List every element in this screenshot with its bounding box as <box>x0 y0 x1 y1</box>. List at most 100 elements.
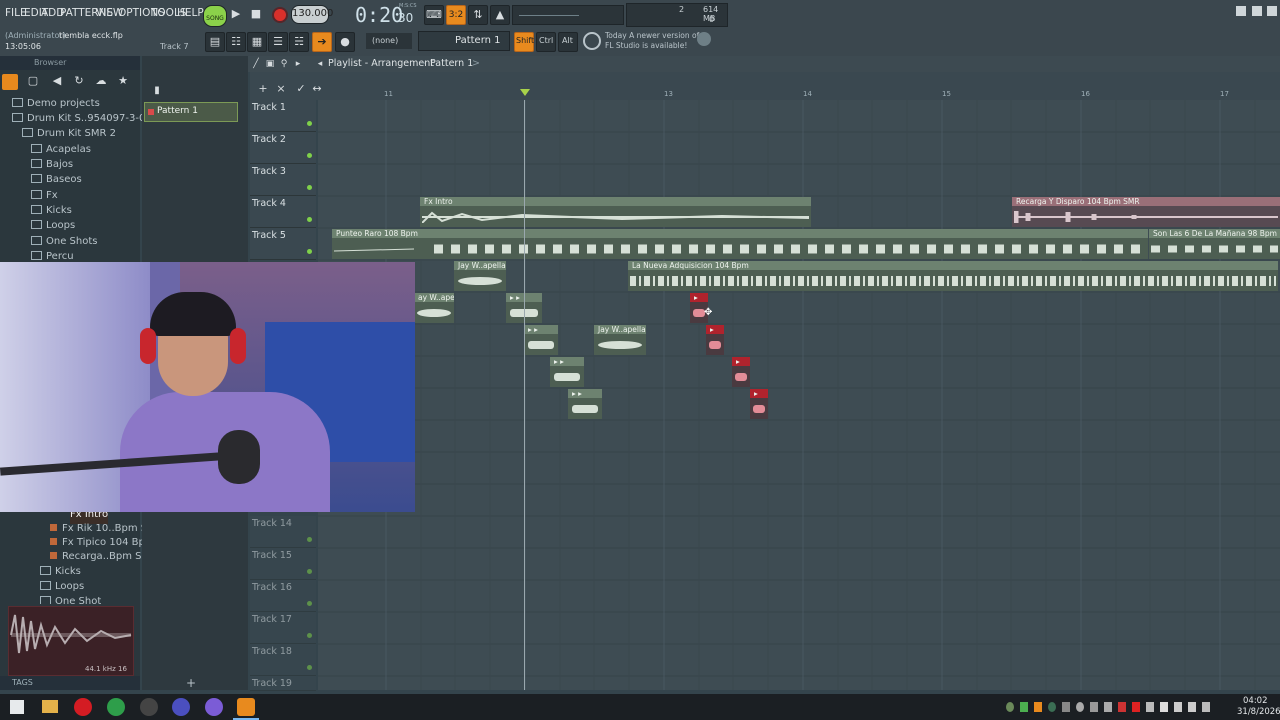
audio-clip[interactable]: Fx Intro <box>420 197 811 227</box>
playlist-grid[interactable]: Fx Intro Recarga Y Disparo 104 Bpm SMR P… <box>318 100 1280 690</box>
playback-icon[interactable]: ▸ <box>292 55 304 73</box>
track-header[interactable]: Track 15 <box>250 548 316 580</box>
piano-roll-button[interactable]: ▦ <box>247 32 267 52</box>
playlist-button[interactable]: ▤ <box>205 32 225 52</box>
track-header[interactable]: Track 16 <box>250 580 316 612</box>
track-mute-led[interactable] <box>307 185 312 190</box>
audio-clip[interactable]: Jay W..apella <box>594 325 646 355</box>
song-mode-toggle[interactable]: SONG <box>203 5 227 27</box>
slice-icon[interactable]: ╱ <box>250 55 262 73</box>
audio-clip[interactable]: La Nueva Adquisicion 104 Bpm <box>628 261 1278 291</box>
browser-item[interactable]: Bajos <box>31 159 73 174</box>
audio-clip[interactable]: ▸ ▸ <box>568 389 602 419</box>
timeline-ruler[interactable]: + × ✓ ↔ 11 13 14 15 16 17 <box>250 72 1280 100</box>
track-header[interactable]: Track 5 <box>250 228 316 260</box>
audio-clip[interactable]: ▸ ▸ <box>550 357 584 387</box>
windows-start-icon[interactable] <box>10 700 24 714</box>
tray-icon[interactable] <box>1132 702 1140 712</box>
browser-item[interactable]: Drum Kit S..954097-3-001 <box>12 113 158 128</box>
track-mute-led[interactable] <box>307 153 312 158</box>
volume-icon[interactable] <box>1188 702 1196 712</box>
track-mute-led[interactable] <box>307 217 312 222</box>
alt-modifier-button[interactable]: Alt <box>558 32 578 52</box>
tempo-display[interactable]: 130.000 <box>291 5 333 24</box>
browser-item[interactable]: Fx <box>31 190 58 205</box>
track-header[interactable]: Track 3 <box>250 164 316 196</box>
browser-item[interactable]: Acapelas <box>31 144 91 159</box>
track-mute-led[interactable] <box>307 249 312 254</box>
maximize-icon[interactable] <box>1252 6 1262 16</box>
stop-icon[interactable]: ■ <box>249 5 263 23</box>
blend-notes-button[interactable]: ⇅ <box>468 5 488 25</box>
browser-item[interactable]: One Shots <box>31 236 97 251</box>
ctrl-modifier-button[interactable]: Ctrl <box>536 32 556 52</box>
pattern-item[interactable]: Pattern 1 <box>144 102 238 122</box>
tray-icon[interactable] <box>1062 702 1070 712</box>
discord-icon[interactable] <box>205 698 223 716</box>
track-mute-led[interactable] <box>307 537 312 542</box>
browser-item[interactable]: Kicks <box>31 205 72 220</box>
record-button[interactable] <box>272 7 288 23</box>
playhead-marker[interactable] <box>520 89 530 96</box>
metronome-button[interactable]: ▲ <box>490 5 510 25</box>
track-mute-led[interactable] <box>307 665 312 670</box>
browser-item[interactable]: Baseos <box>31 174 82 189</box>
browser-item[interactable]: Drum Kit SMR 2 <box>22 128 116 143</box>
refresh-icon[interactable]: ↻ <box>72 72 86 90</box>
channel-rack-button[interactable]: ☷ <box>226 32 246 52</box>
tray-icon[interactable] <box>1076 702 1084 712</box>
close-icon[interactable] <box>1267 6 1277 16</box>
tray-icon[interactable] <box>1048 702 1056 712</box>
zoom-icon[interactable]: ⚲ <box>278 55 290 73</box>
add-pattern-icon[interactable]: + <box>186 676 196 690</box>
file-icon[interactable]: ▢ <box>26 72 40 90</box>
tray-icon[interactable] <box>1006 702 1014 712</box>
tray-icon[interactable] <box>1020 702 1028 712</box>
typing-keyboard-button[interactable]: ⌨ <box>424 5 444 25</box>
mic-button[interactable]: ● <box>335 32 355 52</box>
audio-clip[interactable]: Recarga Y Disparo 104 Bpm SMR <box>1012 197 1280 227</box>
audio-clip[interactable]: ▸ <box>750 389 768 419</box>
arrow-forward-button[interactable]: ➔ <box>312 32 332 52</box>
track-mute-led[interactable] <box>307 601 312 606</box>
track-mute-led[interactable] <box>307 121 312 126</box>
audio-clip[interactable]: Jay W..apella <box>454 261 506 291</box>
browser-button[interactable]: ☰ <box>268 32 288 52</box>
add-track-icon[interactable]: + <box>256 80 270 98</box>
play-icon[interactable]: ▶ <box>229 5 243 23</box>
browser-item[interactable]: Kicks <box>40 566 81 581</box>
tray-icon[interactable] <box>1034 702 1042 712</box>
arrows-icon[interactable]: ◂ <box>314 55 326 73</box>
track-header[interactable]: Track 14 <box>250 516 316 548</box>
pattern-selector[interactable]: Pattern 1 <box>418 31 510 51</box>
browser-item[interactable]: Loops <box>31 220 75 235</box>
menu-help[interactable]: HELP <box>177 7 204 19</box>
cloud-icon[interactable]: ☁ <box>94 72 108 90</box>
track-header[interactable]: Track 17 <box>250 612 316 644</box>
audio-clip[interactable]: ▸ ▸ <box>524 325 558 355</box>
track-header[interactable]: Track 2 <box>250 132 316 164</box>
track-header[interactable]: Track 19 <box>250 676 316 691</box>
mixer-button[interactable]: ☵ <box>289 32 309 52</box>
tray-icon[interactable] <box>1118 702 1126 712</box>
audio-clip[interactable]: ay W..apella <box>414 293 454 323</box>
chrome-icon[interactable] <box>107 698 125 716</box>
audio-clip[interactable]: Son Las 6 De La Mañana 98 Bpm <box>1149 229 1280 259</box>
opera-icon[interactable] <box>74 698 92 716</box>
track-header[interactable]: Track 1 <box>250 100 316 132</box>
shift-modifier-button[interactable]: Shift <box>514 32 534 52</box>
track-mute-led[interactable] <box>307 569 312 574</box>
news-icon[interactable] <box>583 32 601 50</box>
browser-file-item[interactable]: Fx Tipico 104 Bpm <box>50 537 155 552</box>
track-header[interactable]: Track 4 <box>250 196 316 228</box>
battery-icon[interactable] <box>1202 702 1210 712</box>
tray-icon[interactable] <box>1104 702 1112 712</box>
fl-studio-icon[interactable] <box>237 698 255 716</box>
countdown-button[interactable]: 3:2 <box>446 5 466 25</box>
snap-selector[interactable]: (none) <box>366 33 412 49</box>
app-icon[interactable] <box>140 698 158 716</box>
browser-item[interactable]: Demo projects <box>12 98 100 113</box>
wifi-icon[interactable] <box>1174 702 1182 712</box>
browser-item[interactable]: One Shot <box>40 596 101 604</box>
track-mute-led[interactable] <box>307 633 312 638</box>
